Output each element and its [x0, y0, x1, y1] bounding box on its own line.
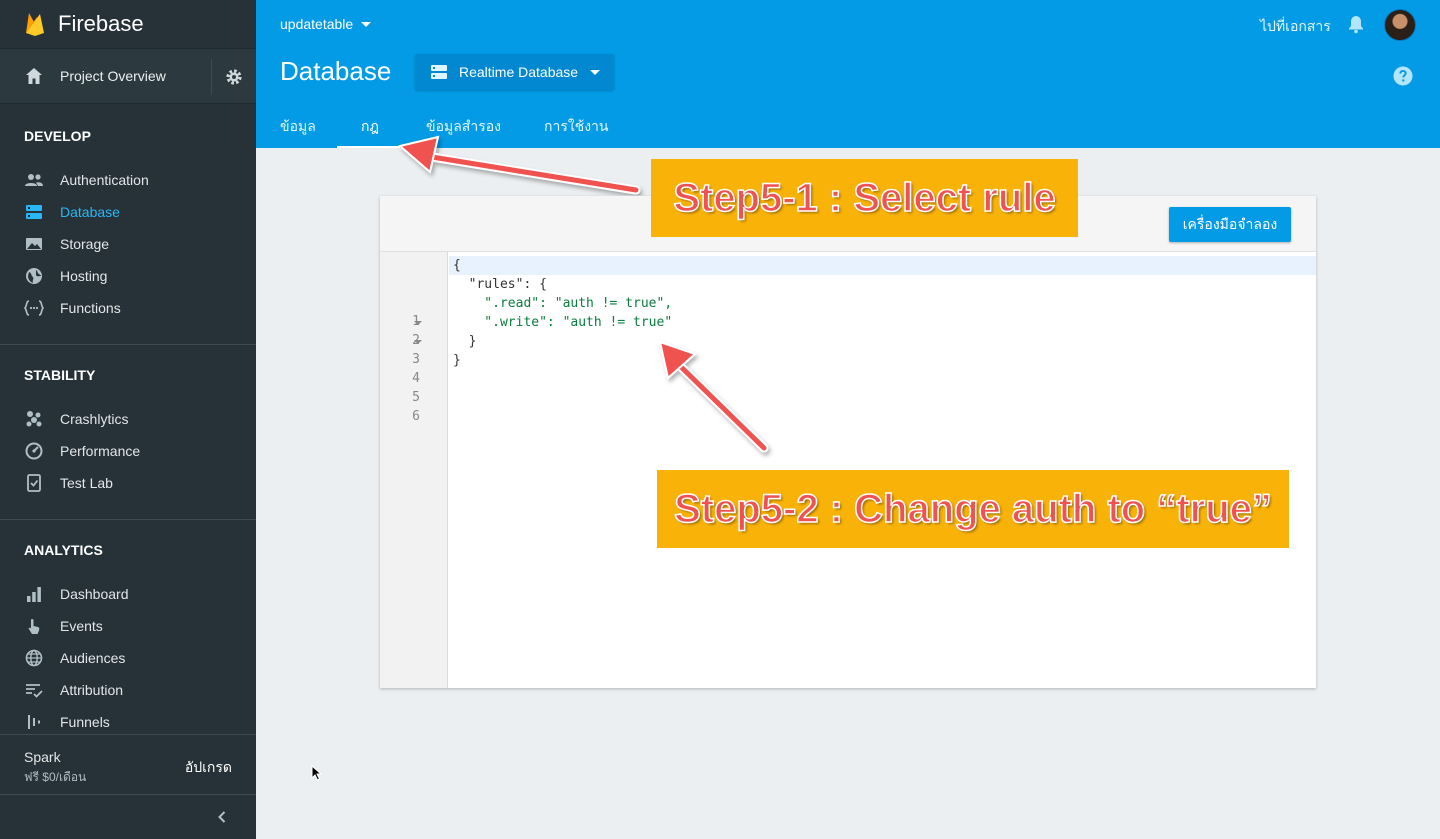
test-lab-icon — [24, 473, 44, 493]
sidebar-item-label: Functions — [60, 300, 121, 316]
code-line: } — [453, 353, 461, 368]
home-icon — [26, 68, 42, 84]
section-title-stability: STABILITY — [24, 367, 96, 383]
help-icon[interactable] — [1393, 66, 1413, 86]
sidebar-item-label: Storage — [60, 236, 110, 252]
sidebar-item-label: Funnels — [60, 714, 110, 730]
sidebar: Firebase Project Overview DEVELOP Authen… — [0, 0, 256, 839]
plan-name: Spark — [24, 749, 61, 765]
speedometer-icon — [24, 441, 44, 461]
plan-panel: Spark ฟรี $0/เดือน อัปเกรด — [0, 734, 256, 794]
sidebar-item-functions[interactable]: Functions — [0, 292, 256, 324]
sidebar-item-hosting[interactable]: Hosting — [0, 260, 256, 292]
sidebar-item-label: Attribution — [60, 682, 124, 698]
database-type-selector[interactable]: Realtime Database — [415, 54, 614, 90]
tab-rules[interactable]: กฎ — [361, 116, 379, 148]
project-name: updatetable — [280, 16, 354, 32]
sidebar-item-crashlytics[interactable]: Crashlytics — [0, 403, 256, 435]
tab-usage[interactable]: การใช้งาน — [544, 116, 608, 148]
sidebar-item-label: Crashlytics — [60, 411, 129, 427]
sidebar-item-authentication[interactable]: Authentication — [0, 164, 256, 196]
image-icon — [24, 234, 44, 254]
sidebar-item-storage[interactable]: Storage — [0, 228, 256, 260]
globe-icon — [24, 266, 44, 286]
annotation-step2-text: Step5-2 : Change auth to “true” — [673, 486, 1272, 532]
database-icon — [431, 65, 447, 79]
annotation-step1: Step5-1 : Select rule — [651, 159, 1078, 237]
gear-icon[interactable] — [224, 67, 244, 87]
sidebar-item-label: Dashboard — [60, 586, 129, 602]
sidebar-item-label: Performance — [60, 443, 141, 459]
line-number: 4 — [412, 371, 420, 386]
sidebar-item-events[interactable]: Events — [0, 610, 256, 642]
globe-icon — [24, 648, 44, 668]
sidebar-item-attribution[interactable]: Attribution — [0, 674, 256, 706]
bell-icon[interactable] — [1346, 14, 1366, 34]
upgrade-button[interactable]: อัปเกรด — [185, 757, 232, 779]
people-icon — [24, 170, 44, 190]
touch-icon — [24, 616, 44, 636]
sidebar-item-audiences[interactable]: Audiences — [0, 642, 256, 674]
chevron-down-icon — [361, 21, 372, 27]
brand-name: Firebase — [58, 11, 144, 36]
brand[interactable]: Firebase — [0, 0, 256, 48]
project-overview-label: Project Overview — [60, 68, 166, 84]
tab-data[interactable]: ข้อมูล — [280, 116, 316, 148]
sidebar-item-label: Hosting — [60, 268, 108, 284]
mouse-cursor-icon — [311, 765, 323, 781]
rules-editor-card: เครื่องมือจำลอง 1 2 3 4 5 6 { "rules": {… — [380, 196, 1316, 688]
line-number: 6 — [412, 409, 420, 424]
code-line: } — [453, 334, 477, 349]
code-line: "rules": { — [453, 277, 547, 292]
line-number: 5 — [412, 390, 420, 405]
divider — [211, 59, 212, 95]
sidebar-item-label: Test Lab — [60, 475, 113, 491]
section-title-analytics: ANALYTICS — [24, 542, 103, 558]
sidebar-item-label: Events — [60, 618, 103, 634]
page-title: Database — [280, 56, 392, 86]
code-line: ".write": "auth != true" — [453, 315, 673, 330]
line-number: 3 — [412, 352, 420, 367]
annotation-step1-text: Step5-1 : Select rule — [673, 175, 1057, 221]
section-title-develop: DEVELOP — [24, 128, 91, 144]
database-type-label: Realtime Database — [459, 64, 579, 80]
sidebar-item-test-lab[interactable]: Test Lab — [0, 467, 256, 499]
sidebar-item-label: Authentication — [60, 172, 149, 188]
fold-arrow-icon[interactable] — [414, 321, 422, 325]
bar-chart-icon — [24, 584, 44, 604]
sidebar-item-dashboard[interactable]: Dashboard — [0, 578, 256, 610]
database-icon — [24, 202, 44, 222]
collapse-sidebar-button[interactable] — [0, 794, 256, 839]
fold-arrow-icon[interactable] — [414, 340, 422, 344]
sidebar-item-label: Database — [60, 204, 120, 220]
sidebar-item-performance[interactable]: Performance — [0, 435, 256, 467]
avatar[interactable] — [1384, 9, 1416, 41]
chevron-down-icon — [590, 69, 601, 75]
code-line: { — [453, 258, 461, 273]
line-number-gutter: 1 2 3 4 5 6 — [380, 252, 448, 688]
annotation-step2: Step5-2 : Change auth to “true” — [657, 470, 1289, 548]
tab-backups[interactable]: ข้อมูลสำรอง — [426, 116, 501, 148]
active-tab-indicator — [337, 146, 400, 148]
funnels-icon — [24, 712, 44, 732]
header: updatetable ไปที่เอกสาร Database Realtim… — [256, 0, 1440, 148]
sidebar-item-label: Audiences — [60, 650, 126, 666]
project-selector[interactable]: updatetable — [280, 16, 372, 32]
firebase-logo-icon — [26, 13, 44, 36]
project-overview[interactable]: Project Overview — [0, 48, 256, 104]
code-line: ".read": "auth != true", — [453, 296, 673, 311]
chevron-left-icon — [218, 811, 226, 823]
active-line-highlight — [449, 256, 1316, 275]
plan-price: ฟรี $0/เดือน — [24, 770, 87, 784]
sidebar-item-database[interactable]: Database — [0, 196, 256, 228]
crashlytics-icon — [24, 409, 44, 429]
docs-link[interactable]: ไปที่เอกสาร — [1260, 16, 1331, 38]
attribution-icon — [24, 680, 44, 700]
functions-icon — [24, 298, 44, 318]
simulator-button[interactable]: เครื่องมือจำลอง — [1169, 207, 1291, 242]
